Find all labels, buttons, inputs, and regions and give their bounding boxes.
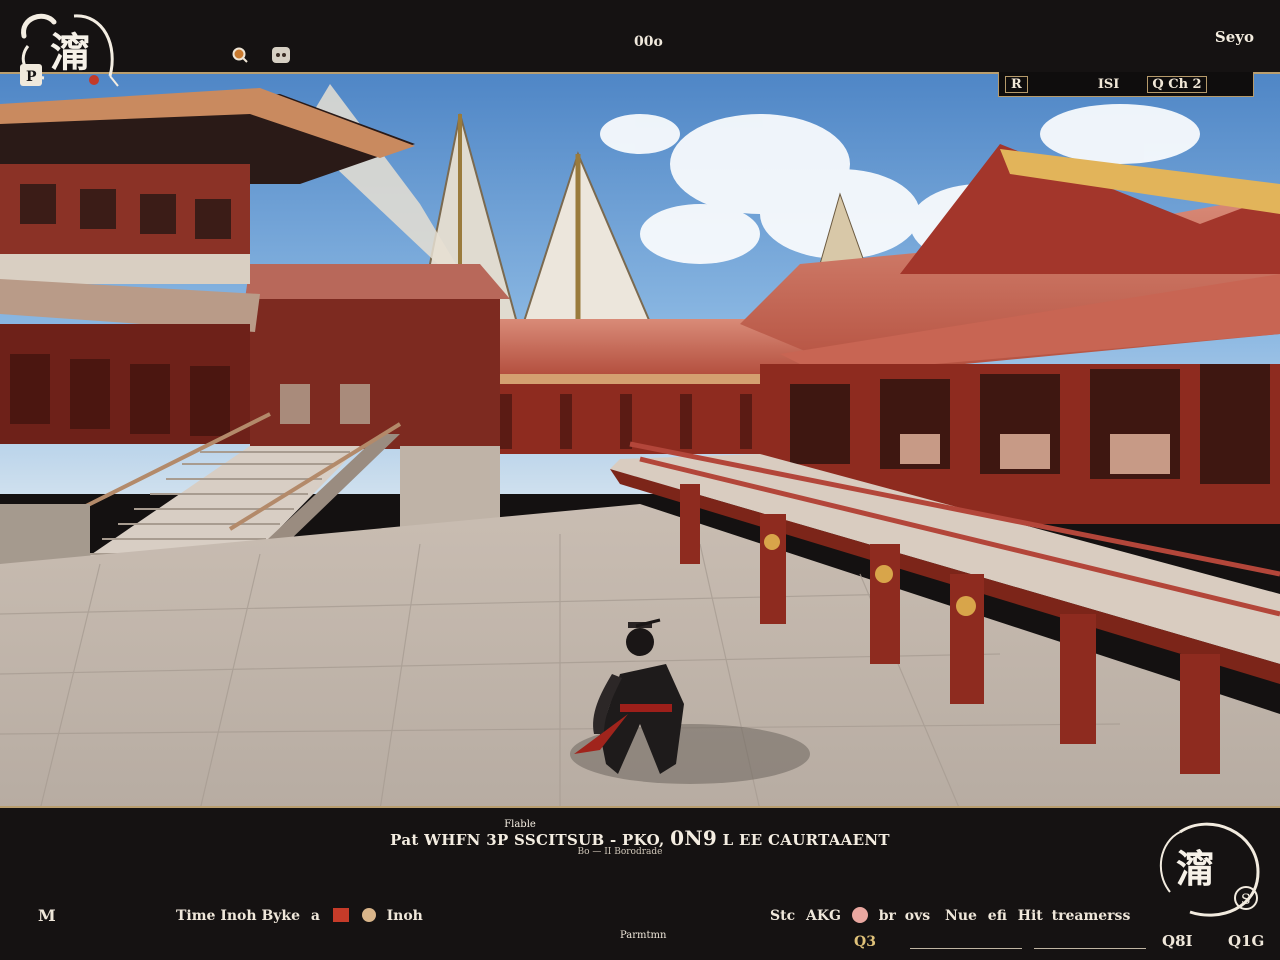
control-hint: Time Inoh Byke a Inoh <box>176 908 423 924</box>
gear-icon[interactable] <box>851 907 868 923</box>
hint-end: Inoh <box>386 908 423 924</box>
action-h[interactable]: treamerss <box>1052 908 1131 924</box>
progress-line-2 <box>1034 940 1146 949</box>
stat-1: Q8I <box>1162 932 1193 950</box>
emblem-sub: S <box>1241 892 1251 908</box>
action-b[interactable]: AKG <box>806 908 841 924</box>
status-mid: ISI <box>1097 76 1120 92</box>
top-right-title: Seyo <box>1214 28 1254 46</box>
crossed-swords-icon[interactable] <box>332 908 349 922</box>
action-g[interactable]: Hit <box>1018 908 1043 924</box>
stat-2: Q1G <box>1228 932 1265 950</box>
action-a[interactable]: Stc <box>770 908 795 924</box>
hint-text: Time Inoh Byke <box>176 908 301 924</box>
progress-line-1 <box>910 940 1022 949</box>
action-bar: Stc AKG br ovs Nue efi Hit treamerss <box>770 907 1130 924</box>
action-d[interactable]: ovs <box>905 908 930 924</box>
logo-glyph: 澝 <box>50 29 90 76</box>
left-middle-building <box>245 264 510 449</box>
action-c[interactable]: br <box>879 908 896 924</box>
status-left[interactable]: R <box>1005 75 1028 93</box>
game-logo-emblem-icon[interactable]: 澝 P <box>14 6 122 92</box>
badge: Q3 <box>854 934 876 950</box>
status-right[interactable]: Q Ch 2 <box>1147 75 1207 93</box>
left-marker[interactable]: M <box>38 906 56 925</box>
portrait-icon[interactable] <box>268 44 294 66</box>
status-panel: R ISI Q Ch 2 <box>998 72 1254 97</box>
center-label: Parmtmn <box>620 930 667 941</box>
center-title: 00o <box>634 34 663 50</box>
coin-icon[interactable] <box>361 908 376 922</box>
ink-emblem-icon[interactable]: 澝 S <box>1150 812 1268 924</box>
action-e[interactable]: Nue <box>945 908 977 924</box>
game-viewport[interactable] <box>0 72 1280 808</box>
hint-mid: a <box>310 908 320 924</box>
logo-sub: P <box>26 69 37 85</box>
action-f[interactable]: efi <box>988 908 1007 924</box>
emblem-glyph: 澝 <box>1176 846 1214 891</box>
search-icon[interactable] <box>228 44 252 66</box>
dialogue-sub-caption: Bo — II Borodrade <box>577 847 663 857</box>
